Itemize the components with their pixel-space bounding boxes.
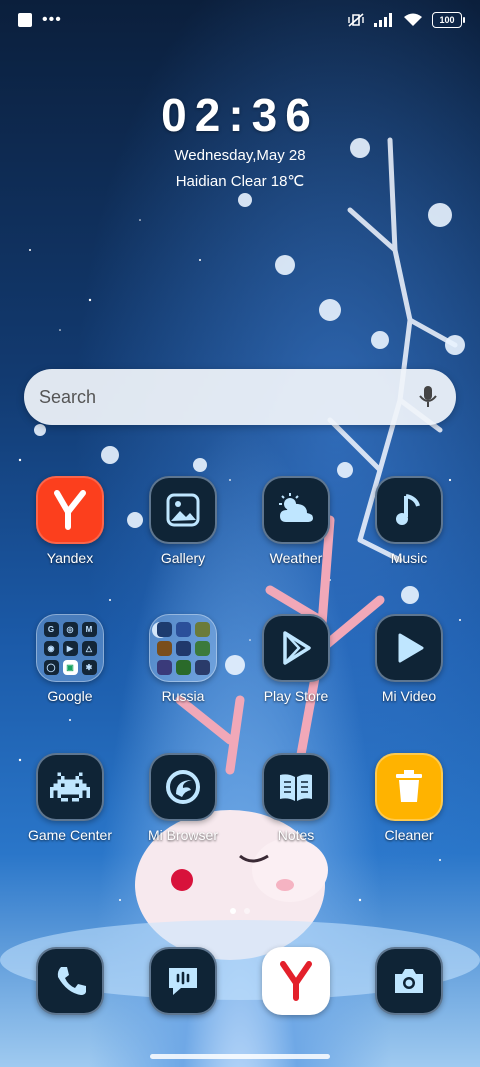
app-notes[interactable]: Notes xyxy=(241,753,351,843)
clock-time[interactable]: 02:36 xyxy=(0,88,480,142)
browser-icon xyxy=(149,753,217,821)
dock-phone[interactable] xyxy=(15,947,125,1015)
page-dot-active xyxy=(230,908,236,914)
drive-icon: △ xyxy=(81,640,97,656)
app-mini-icon xyxy=(194,640,210,656)
more-dots-icon: ••• xyxy=(42,11,62,28)
search-input[interactable]: Search xyxy=(39,387,408,408)
camera-icon xyxy=(375,947,443,1015)
app-mini-icon xyxy=(175,640,191,656)
search-bar[interactable]: Search xyxy=(24,369,456,425)
dock-messages[interactable] xyxy=(128,947,238,1015)
app-yandex[interactable]: Yandex xyxy=(15,476,125,566)
wifi-icon xyxy=(404,13,422,26)
app-label: Yandex xyxy=(46,550,94,566)
app-mi-video[interactable]: Mi Video xyxy=(354,614,464,704)
signal-icon xyxy=(374,13,392,27)
app-mini-icon xyxy=(175,659,191,675)
app-label: Play Store xyxy=(263,688,329,704)
microphone-icon[interactable] xyxy=(408,377,448,417)
status-bar: ••• 100 xyxy=(0,0,480,40)
page-indicator[interactable] xyxy=(0,908,480,914)
message-icon xyxy=(149,947,217,1015)
dock-camera[interactable] xyxy=(354,947,464,1015)
chrome-icon: ◎ xyxy=(62,621,78,637)
app-gallery[interactable]: Gallery xyxy=(128,476,238,566)
app-play-store[interactable]: Play Store xyxy=(241,614,351,704)
music-note-icon xyxy=(375,476,443,544)
app-mini-icon xyxy=(156,640,172,656)
app-cleaner[interactable]: Cleaner xyxy=(354,753,464,843)
app-mini-icon xyxy=(194,659,210,675)
app-label: Music xyxy=(390,550,428,566)
clock-weather[interactable]: Haidian Clear 18℃ xyxy=(0,172,480,190)
folder-icon: G ◎ M ◉ ▶ △ ◯ ▣ ✱ xyxy=(36,614,104,682)
app-label: Russia xyxy=(161,688,205,704)
yandex-browser-icon xyxy=(262,947,330,1015)
meet-icon: ▣ xyxy=(62,659,78,675)
space-invader-icon xyxy=(36,753,104,821)
battery-level: 100 xyxy=(439,15,455,25)
app-label: Gallery xyxy=(160,550,206,566)
app-label: Notes xyxy=(277,827,315,843)
app-mi-browser[interactable]: Mi Browser xyxy=(128,753,238,843)
app-mini-icon xyxy=(156,659,172,675)
home-indicator[interactable] xyxy=(150,1054,330,1059)
play-icon xyxy=(375,614,443,682)
app-label: Weather xyxy=(269,550,323,566)
dock-yandex-browser[interactable] xyxy=(241,947,351,1015)
trash-icon xyxy=(375,753,443,821)
folder-icon xyxy=(149,614,217,682)
folder-russia[interactable]: Russia xyxy=(128,614,238,704)
maps-icon: ◉ xyxy=(43,640,59,656)
vibrate-off-icon xyxy=(348,13,364,27)
app-mini-icon xyxy=(156,621,172,637)
app-weather[interactable]: Weather xyxy=(241,476,351,566)
phone-icon xyxy=(36,947,104,1015)
clock-date[interactable]: Wednesday,May 28 xyxy=(0,147,480,164)
app-mini-icon xyxy=(175,621,191,637)
youtube-music-icon: ◯ xyxy=(43,659,59,675)
app-game-center[interactable]: Game Center xyxy=(15,753,125,843)
image-icon xyxy=(149,476,217,544)
google-icon: G xyxy=(43,621,59,637)
app-label: Mi Video xyxy=(381,688,437,704)
youtube-icon: ▶ xyxy=(62,640,78,656)
app-mini-icon xyxy=(194,621,210,637)
app-label: Google xyxy=(47,688,93,704)
app-label: Cleaner xyxy=(384,827,434,843)
battery-icon: 100 xyxy=(432,12,465,28)
yandex-y-icon xyxy=(36,476,104,544)
folder-google[interactable]: G ◎ M ◉ ▶ △ ◯ ▣ ✱ Google xyxy=(15,614,125,704)
photos-icon: ✱ xyxy=(81,659,97,675)
page-dot xyxy=(244,908,250,914)
app-music[interactable]: Music xyxy=(354,476,464,566)
notes-book-icon xyxy=(262,753,330,821)
gmail-icon: M xyxy=(81,621,97,637)
square-icon xyxy=(18,13,32,27)
play-store-icon xyxy=(262,614,330,682)
app-label: Game Center xyxy=(27,827,113,843)
cloud-sun-icon xyxy=(262,476,330,544)
app-label: Mi Browser xyxy=(147,827,218,843)
